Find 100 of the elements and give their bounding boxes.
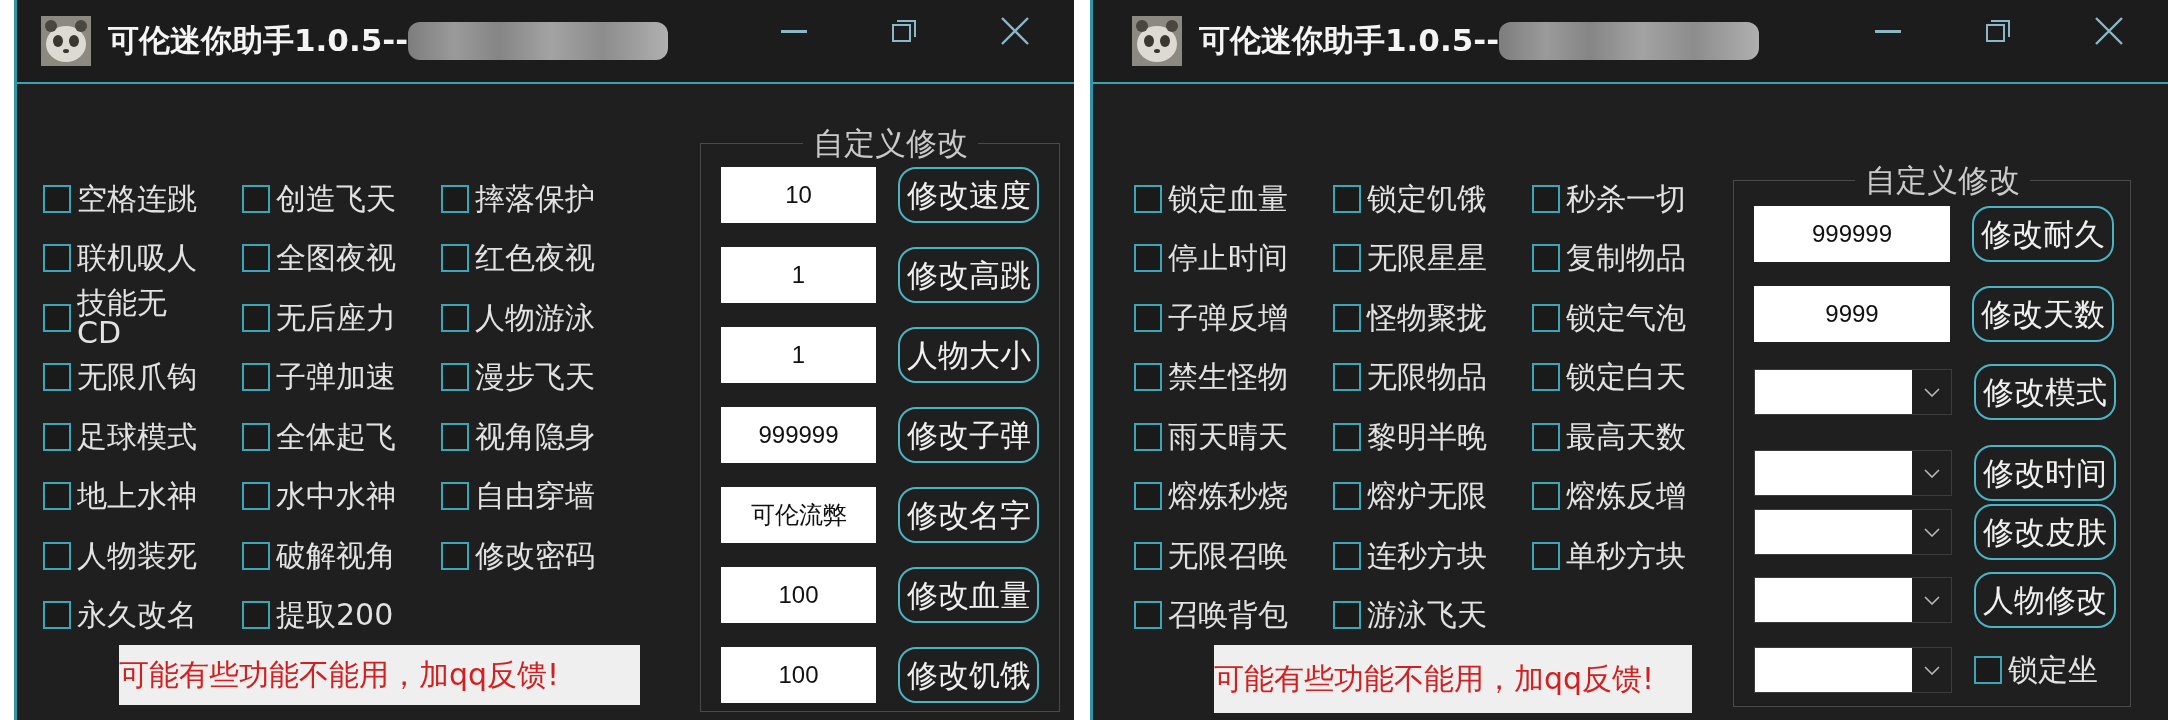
checkbox[interactable]	[1532, 244, 1560, 273]
option-label: 足球模式	[77, 421, 197, 452]
checkbox[interactable]	[441, 541, 469, 570]
action-button[interactable]: 修改模式	[1974, 364, 2116, 420]
checkbox[interactable]	[1532, 184, 1560, 213]
checkbox[interactable]	[1333, 244, 1361, 273]
checkbox[interactable]	[441, 244, 469, 273]
checkbox[interactable]	[1134, 303, 1162, 332]
checkbox[interactable]	[1134, 244, 1162, 273]
action-button[interactable]: 人物大小	[898, 327, 1039, 383]
notice-banner: 可能有些功能不能用，加qq反馈!	[119, 645, 640, 705]
checkbox[interactable]	[1333, 541, 1361, 570]
checkbox[interactable]	[441, 482, 469, 511]
action-button[interactable]: 修改饥饿	[898, 647, 1039, 703]
text-input[interactable]: 1	[721, 327, 876, 383]
dropdown-field[interactable]	[1754, 450, 1952, 496]
dropdown-field[interactable]	[1754, 577, 1952, 623]
checkbox[interactable]	[441, 422, 469, 451]
checkbox[interactable]	[43, 303, 71, 332]
window-title: 可伦迷你助手1.0.5--	[1199, 22, 1499, 60]
restore-icon[interactable]	[892, 20, 916, 42]
checkbox[interactable]	[43, 601, 71, 630]
action-button[interactable]: 修改皮肤	[1974, 504, 2116, 560]
action-button[interactable]: 人物修改	[1974, 572, 2116, 628]
action-button[interactable]: 修改天数	[1972, 286, 2114, 342]
checkbox[interactable]	[1532, 303, 1560, 332]
checkbox[interactable]	[1333, 363, 1361, 392]
restore-icon[interactable]	[1986, 20, 2010, 42]
checkbox[interactable]	[43, 541, 71, 570]
text-input[interactable]: 999999	[721, 407, 876, 463]
checkbox[interactable]	[242, 422, 270, 451]
checkbox[interactable]	[1532, 363, 1560, 392]
checkbox[interactable]	[1134, 601, 1162, 630]
option-label: 锁定坐	[2008, 655, 2098, 685]
option-label: 摔落保护	[475, 183, 595, 214]
action-button[interactable]: 修改子弹	[898, 407, 1039, 463]
checkbox[interactable]	[1532, 482, 1560, 511]
checkbox[interactable]	[441, 303, 469, 332]
option-label: 锁定饥饿	[1367, 183, 1487, 214]
checkbox[interactable]	[242, 244, 270, 273]
checkbox[interactable]	[43, 422, 71, 451]
checkbox[interactable]	[242, 303, 270, 332]
text-input[interactable]: 9999	[1754, 286, 1950, 342]
checkbox[interactable]	[1134, 482, 1162, 511]
dropdown-field[interactable]	[1754, 509, 1952, 555]
action-button[interactable]: 修改高跳	[898, 247, 1039, 303]
option-label: 黎明半晚	[1367, 421, 1487, 452]
checkbox[interactable]	[242, 363, 270, 392]
chevron-down-icon	[1923, 665, 1940, 675]
minimize-icon[interactable]	[1875, 29, 1901, 33]
checkbox[interactable]	[1333, 422, 1361, 451]
checkbox[interactable]	[1974, 656, 2002, 684]
close-icon[interactable]	[2095, 17, 2123, 45]
checkbox[interactable]	[1532, 422, 1560, 451]
text-input[interactable]: 10	[721, 167, 876, 223]
text-input[interactable]: 999999	[1754, 206, 1950, 262]
action-button[interactable]: 修改血量	[898, 567, 1039, 623]
option-label: 单秒方块	[1566, 540, 1686, 571]
checkbox[interactable]	[1134, 422, 1162, 451]
checkbox[interactable]	[1532, 541, 1560, 570]
checkbox[interactable]	[43, 244, 71, 273]
checkbox[interactable]	[242, 541, 270, 570]
checkbox[interactable]	[1333, 482, 1361, 511]
action-button[interactable]: 修改速度	[898, 167, 1039, 223]
text-input[interactable]: 100	[721, 567, 876, 623]
option-label: 联机吸人	[77, 243, 197, 274]
chevron-down-icon	[1923, 595, 1940, 605]
checkbox[interactable]	[43, 363, 71, 392]
option-label: 连秒方块	[1367, 540, 1487, 571]
option-label: 最高天数	[1566, 421, 1686, 452]
notice-banner: 可能有些功能不能用，加qq反馈!	[1214, 645, 1692, 713]
checkbox[interactable]	[43, 482, 71, 511]
checkbox[interactable]	[242, 184, 270, 213]
action-button[interactable]: 修改时间	[1974, 445, 2116, 501]
checkbox[interactable]	[1333, 184, 1361, 213]
minimize-icon[interactable]	[781, 29, 807, 33]
checkbox[interactable]	[43, 184, 71, 213]
checkbox[interactable]	[242, 482, 270, 511]
checkbox[interactable]	[1333, 601, 1361, 630]
checkbox[interactable]	[242, 601, 270, 630]
action-button[interactable]: 修改耐久	[1972, 206, 2114, 262]
text-input[interactable]: 1	[721, 247, 876, 303]
option-label: 提取200	[276, 600, 394, 631]
option-label: 视角隐身	[475, 421, 595, 452]
checkbox[interactable]	[1333, 303, 1361, 332]
text-input[interactable]: 100	[721, 647, 876, 703]
option-label: 破解视角	[276, 540, 396, 571]
checkbox[interactable]	[1134, 541, 1162, 570]
checkbox[interactable]	[441, 363, 469, 392]
option-label: 秒杀一切	[1566, 183, 1686, 214]
action-button[interactable]: 修改名字	[898, 487, 1039, 543]
text-input[interactable]: 可伦流弊	[721, 487, 876, 543]
close-icon[interactable]	[1001, 17, 1029, 45]
dropdown-field[interactable]	[1754, 369, 1952, 415]
checkbox[interactable]	[441, 184, 469, 213]
checkbox[interactable]	[1134, 184, 1162, 213]
option-label: 锁定白天	[1566, 362, 1686, 393]
dropdown-field[interactable]	[1754, 647, 1952, 693]
option-label: 人物装死	[77, 540, 197, 571]
checkbox[interactable]	[1134, 363, 1162, 392]
